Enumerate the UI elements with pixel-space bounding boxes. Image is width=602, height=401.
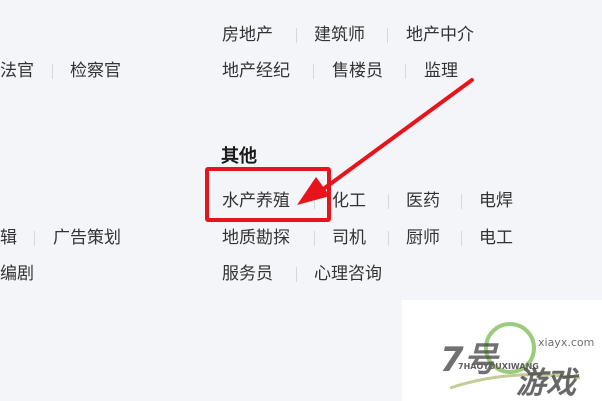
watermark-logo: 7号 xiayx.com 7HAOYOUXIWANG 游戏 xyxy=(420,318,602,401)
watermark-number: 7号 xyxy=(440,340,498,380)
watermark-slogan: 游戏 xyxy=(516,366,576,401)
watermark-site: xiayx.com xyxy=(538,336,595,349)
job-category-page: 房地产 建筑师 地产中介 法官 检察官 地产经纪 售楼员 监理 其他 水产养殖 … xyxy=(0,0,602,401)
